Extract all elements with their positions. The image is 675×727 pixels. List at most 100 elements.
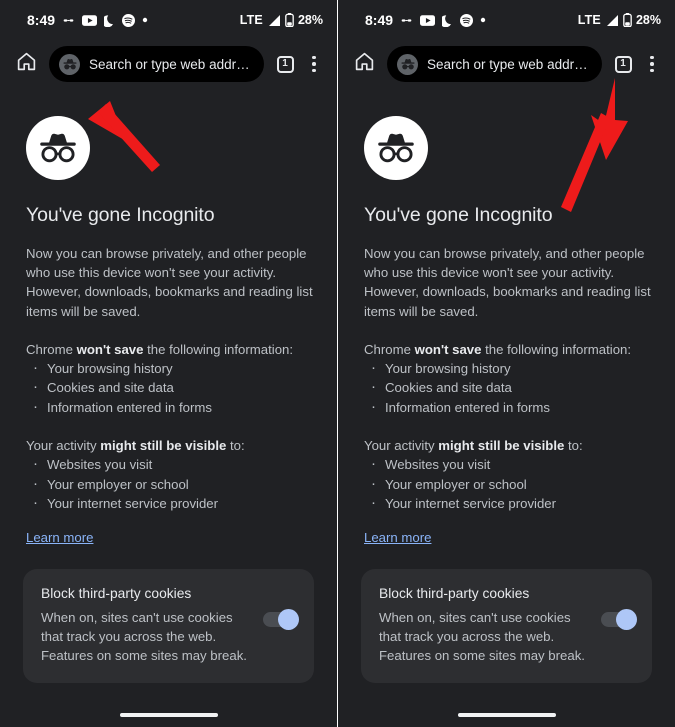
cookie-card-description: When on, sites can't use cookies that tr…: [379, 609, 585, 663]
signal-bars-icon: [605, 14, 619, 27]
spotify-icon: [460, 13, 474, 27]
status-bar: 8:49 LTE 28%: [338, 0, 675, 40]
might-heading-after: to:: [564, 438, 583, 454]
wont-save-heading: Chrome won't save the following informat…: [364, 340, 656, 359]
screenshot-pair: 8:49 LTE 28% Search or type web address …: [0, 0, 675, 727]
status-bar-right-group: LTE 28%: [578, 13, 661, 27]
list-item: Your internet service provider: [26, 493, 318, 514]
network-type-label: LTE: [239, 13, 263, 27]
list-item: Cookies and site data: [364, 377, 656, 398]
omnibox[interactable]: Search or type web address: [49, 46, 264, 82]
do-not-disturb-moon-icon: [104, 14, 115, 27]
menu-dot-1: [650, 55, 654, 60]
list-item: Your internet service provider: [364, 493, 656, 514]
might-be-visible-heading: Your activity might still be visible to:: [364, 436, 656, 455]
status-bar-left-group: 8:49: [365, 13, 486, 27]
battery-icon: [623, 13, 632, 27]
omnibox[interactable]: Search or type web address: [387, 46, 602, 82]
list-item: Your browsing history: [364, 358, 656, 379]
cookie-card-title: Block third-party cookies: [41, 585, 192, 601]
list-item: Your browsing history: [26, 358, 318, 379]
page-title: You've gone Incognito: [26, 204, 215, 226]
ntp-content: You've gone Incognito Now you can browse…: [338, 116, 675, 683]
spotify-icon: [122, 13, 136, 27]
overflow-menu-icon[interactable]: [300, 49, 328, 79]
list-item: Your employer or school: [364, 474, 656, 495]
might-be-visible-heading: Your activity might still be visible to:: [26, 436, 318, 455]
phone-screen-right: 8:49 LTE 28% Search or type web address …: [338, 0, 675, 727]
wont-save-heading-after: the following information:: [143, 341, 294, 357]
might-be-visible-list: Websites you visit Your employer or scho…: [26, 454, 318, 514]
gesture-nav-pill[interactable]: [457, 712, 556, 717]
might-be-visible-section: Your activity might still be visible to:…: [364, 436, 656, 514]
home-icon: [16, 51, 37, 77]
page-title: You've gone Incognito: [364, 204, 553, 226]
intro-paragraph: Now you can browse privately, and other …: [364, 246, 651, 319]
block-third-party-cookies-card: Block third-party cookies When on, sites…: [23, 568, 314, 683]
list-item: Your employer or school: [26, 474, 318, 495]
tab-switcher-button[interactable]: 1: [270, 49, 300, 79]
wont-save-section: Chrome won't save the following informat…: [26, 340, 318, 418]
status-bar: 8:49 LTE 28%: [0, 0, 337, 40]
tab-count-label: 1: [614, 55, 632, 73]
list-item: Information entered in forms: [364, 397, 656, 418]
wont-save-heading-after: the following information:: [481, 341, 632, 357]
dot-icon: [480, 17, 486, 23]
wont-save-heading-bold: won't save: [76, 341, 144, 357]
battery-icon: [285, 13, 294, 27]
home-button[interactable]: [347, 47, 381, 81]
cookie-card-title: Block third-party cookies: [379, 585, 530, 601]
do-not-disturb-moon-icon: [442, 14, 453, 27]
block-third-party-cookies-card: Block third-party cookies When on, sites…: [361, 568, 652, 683]
home-button[interactable]: [9, 47, 43, 81]
might-heading-bold: might still be visible: [100, 438, 227, 454]
block-cookies-toggle[interactable]: [601, 608, 637, 630]
youtube-icon: [420, 14, 436, 26]
overflow-menu-icon[interactable]: [638, 49, 666, 79]
menu-dot-1: [312, 55, 316, 60]
phone-screen-left: 8:49 LTE 28% Search or type web address …: [0, 0, 338, 727]
might-be-visible-list: Websites you visit Your employer or scho…: [364, 454, 656, 514]
ntp-content: You've gone Incognito Now you can browse…: [0, 116, 337, 683]
learn-more-link[interactable]: Learn more: [26, 530, 93, 545]
might-heading-before: Your activity: [364, 438, 439, 454]
wont-save-heading-before: Chrome: [26, 341, 77, 357]
menu-dot-2: [650, 62, 654, 66]
signal-bars-icon: [267, 14, 281, 27]
incognito-icon: [59, 53, 80, 75]
might-be-visible-section: Your activity might still be visible to:…: [26, 436, 318, 514]
browser-toolbar: Search or type web address 1: [0, 40, 337, 88]
youtube-icon: [82, 14, 98, 26]
wont-save-list: Your browsing history Cookies and site d…: [364, 358, 656, 418]
browser-toolbar: Search or type web address 1: [338, 40, 675, 88]
menu-dot-3: [312, 68, 316, 73]
might-heading-before: Your activity: [26, 438, 101, 454]
list-item: Websites you visit: [26, 454, 318, 475]
menu-dot-2: [312, 62, 316, 66]
cookie-card-texts: Block third-party cookies When on, sites…: [41, 586, 253, 665]
wont-save-heading: Chrome won't save the following informat…: [26, 340, 318, 359]
status-bar-clock: 8:49: [365, 12, 394, 28]
wont-save-section: Chrome won't save the following informat…: [364, 340, 656, 418]
list-item: Websites you visit: [364, 454, 656, 475]
status-bar-right-group: LTE 28%: [240, 13, 323, 27]
status-bar-clock: 8:49: [27, 12, 56, 28]
battery-percentage-label: 28%: [297, 13, 323, 27]
block-cookies-toggle[interactable]: [263, 608, 299, 630]
cookie-card-texts: Block third-party cookies When on, sites…: [379, 586, 591, 665]
wont-save-heading-before: Chrome: [364, 341, 415, 357]
learn-more-link[interactable]: Learn more: [364, 530, 431, 545]
dot-icon: [142, 17, 148, 23]
gesture-nav-pill[interactable]: [119, 712, 218, 717]
gesture-nav-bar: [0, 702, 337, 727]
gesture-nav-bar: [338, 702, 675, 727]
list-item: Cookies and site data: [26, 377, 318, 398]
intro-paragraph: Now you can browse privately, and other …: [26, 246, 313, 319]
battery-percentage-label: 28%: [635, 13, 661, 27]
tab-switcher-button[interactable]: 1: [608, 49, 638, 79]
status-bar-left-group: 8:49: [27, 13, 148, 27]
might-heading-bold: might still be visible: [438, 438, 565, 454]
incognito-icon: [397, 53, 418, 75]
link-icon: [400, 15, 413, 26]
incognito-hat-glasses-icon: [364, 116, 428, 180]
